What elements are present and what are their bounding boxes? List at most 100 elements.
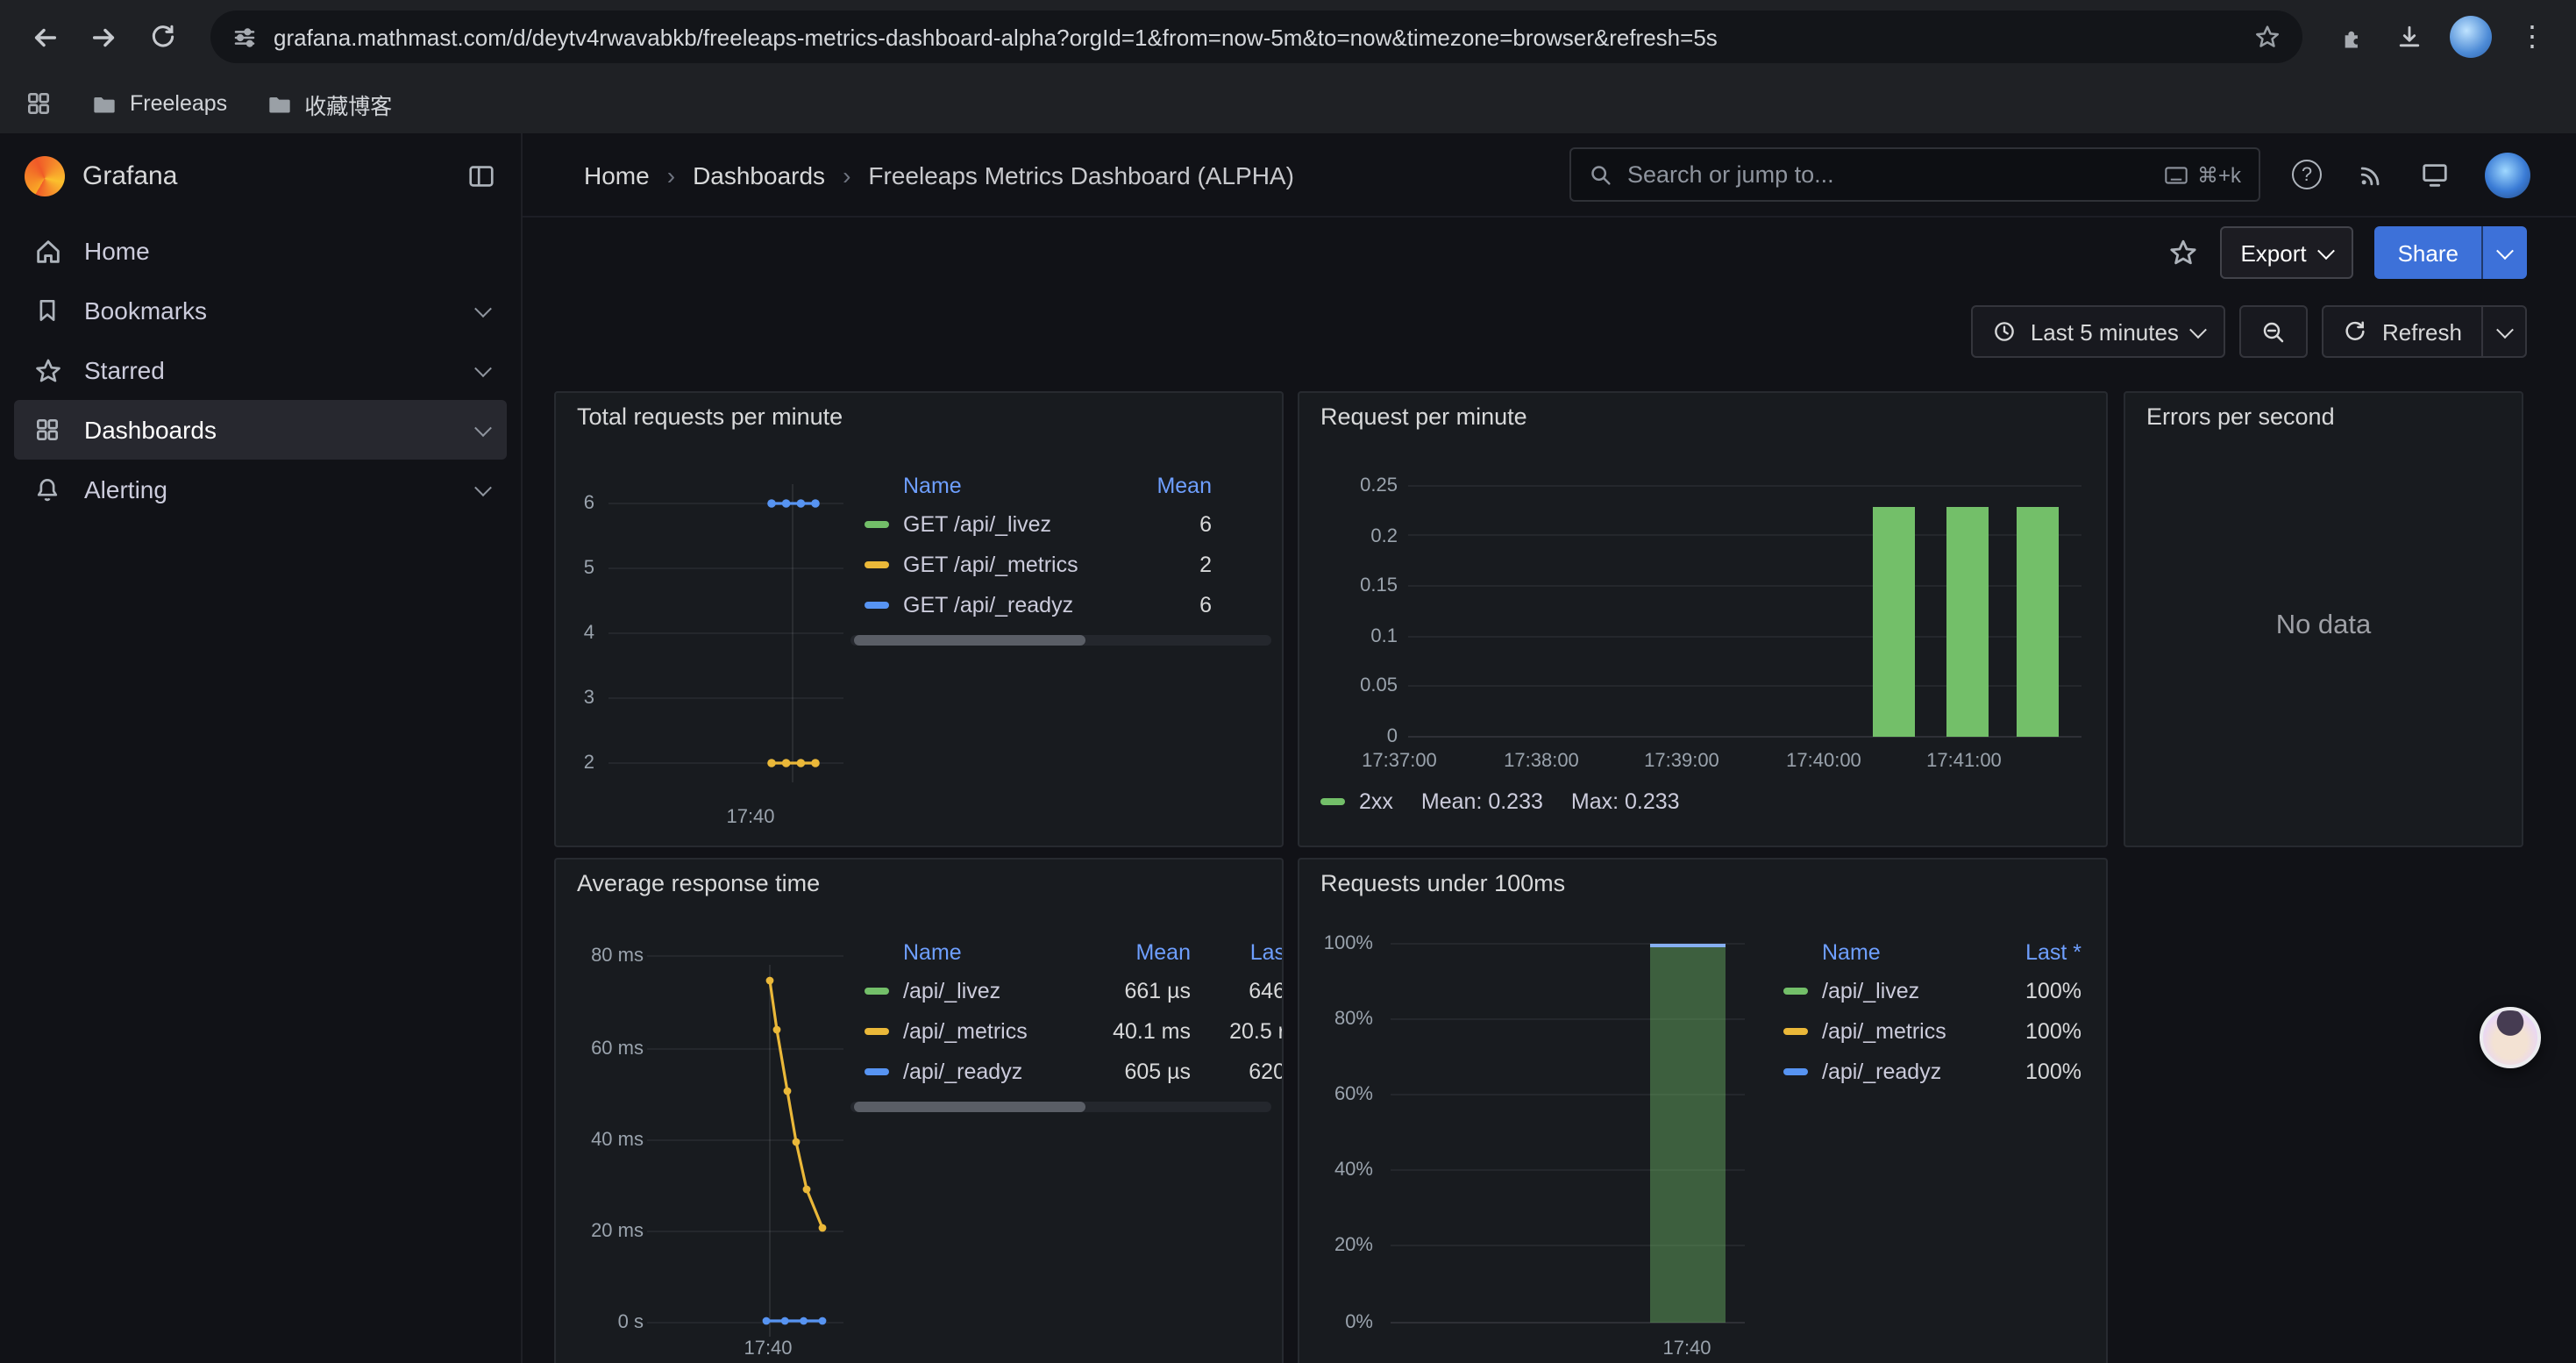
sidebar-item-starred[interactable]: Starred (14, 340, 507, 400)
downloads-icon[interactable] (2383, 11, 2436, 63)
sidebar-item-bookmarks[interactable]: Bookmarks (14, 281, 507, 340)
legend-header-name[interactable]: Name (1822, 940, 2001, 965)
series-name[interactable]: /api/_metrics (903, 1018, 1092, 1043)
back-icon[interactable] (18, 11, 70, 63)
series-name[interactable]: /api/_livez (903, 978, 1092, 1003)
panel-title[interactable]: Total requests per minute (577, 403, 843, 430)
grafana-logo[interactable] (25, 155, 65, 196)
scrollbar-thumb[interactable] (854, 635, 1085, 646)
legend-header-name[interactable]: Name (903, 474, 1142, 498)
forward-icon[interactable] (77, 11, 130, 63)
panel-avg-response-time[interactable]: Average response time (554, 858, 1284, 1363)
refresh-interval-caret[interactable] (2481, 307, 2525, 356)
panel-title[interactable]: Average response time (577, 870, 820, 896)
legend-row[interactable]: /api/_metrics 100% (1769, 1010, 2081, 1051)
series-color-dash (1320, 798, 1345, 805)
browser-toolbar: grafana.mathmast.com/d/deytv4rwavabkb/fr… (0, 0, 2576, 74)
y-tick: 0.1 (1327, 624, 1398, 649)
series-name[interactable]: GET /api/_readyz (903, 592, 1142, 617)
series-name[interactable]: /api/_readyz (903, 1059, 1092, 1083)
legend-series[interactable]: 2xx (1320, 789, 1393, 814)
series-name[interactable]: GET /api/_metrics (903, 552, 1142, 576)
zoom-out-button[interactable] (2240, 305, 2309, 358)
legend-row[interactable]: /api/_readyz 605 µs 620 (850, 1051, 1284, 1091)
legend-header-mean[interactable]: Mean (1092, 940, 1191, 965)
reload-icon[interactable] (137, 11, 189, 63)
url-bar[interactable]: grafana.mathmast.com/d/deytv4rwavabkb/fr… (210, 11, 2302, 63)
breadcrumb-home[interactable]: Home (584, 161, 650, 189)
y-tick: 40 ms (566, 1128, 644, 1152)
bookmark-star-icon[interactable] (2253, 23, 2281, 51)
series-name[interactable]: /api/_readyz (1822, 1059, 2001, 1083)
chevron-down-icon[interactable] (474, 299, 492, 317)
extensions-icon[interactable] (2323, 11, 2376, 63)
export-button[interactable]: Export (2219, 226, 2353, 279)
panel-title[interactable]: Errors per second (2146, 403, 2335, 430)
series-mean: Mean: 0.233 (1421, 789, 1543, 814)
legend-row[interactable]: /api/_livez 100% (1769, 970, 2081, 1010)
share-button-label[interactable]: Share (2375, 226, 2481, 279)
search-input[interactable]: Search or jump to... ⌘+k (1569, 147, 2260, 202)
help-icon[interactable]: ? (2292, 160, 2322, 189)
site-settings-icon[interactable] (231, 24, 258, 50)
folder-icon (266, 90, 292, 117)
monitor-icon[interactable] (2420, 160, 2450, 189)
breadcrumb-separator: › (843, 161, 850, 189)
series-name[interactable]: /api/_metrics (1822, 1018, 2001, 1043)
scrollbar-thumb[interactable] (854, 1102, 1085, 1112)
chevron-down-icon[interactable] (474, 478, 492, 496)
panel-requests-under-100ms[interactable]: Requests under 100ms 100% 80% 60% (1298, 858, 2108, 1363)
series-name[interactable]: 2xx (1359, 789, 1393, 814)
x-tick: 17:39:00 (1629, 749, 1734, 774)
legend-header-last[interactable]: Last * (2001, 940, 2081, 965)
favorite-star-icon[interactable] (2167, 237, 2198, 268)
legend-row[interactable]: GET /api/_metrics 2 (850, 544, 1268, 584)
panel-title[interactable]: Request per minute (1320, 403, 1527, 430)
breadcrumb-dashboards[interactable]: Dashboards (693, 161, 825, 189)
user-avatar[interactable] (2485, 152, 2530, 197)
news-rss-icon[interactable] (2357, 161, 2385, 189)
legend-row[interactable]: GET /api/_readyz 6 (850, 584, 1268, 624)
y-tick: 3 (556, 686, 594, 710)
chevron-down-icon[interactable] (474, 418, 492, 436)
legend-scrollbar[interactable] (850, 1102, 1271, 1112)
panel-total-requests[interactable]: Total requests per minute (554, 391, 1284, 847)
url-text[interactable]: grafana.mathmast.com/d/deytv4rwavabkb/fr… (274, 24, 2238, 50)
panel-title[interactable]: Requests under 100ms (1320, 870, 1565, 896)
time-range-picker[interactable]: Last 5 minutes (1971, 305, 2226, 358)
bookmark-folder-blog[interactable]: 收藏博客 (266, 87, 392, 120)
x-tick: 17:38:00 (1489, 749, 1594, 774)
browser-menu-icon[interactable]: ⋮ (2506, 11, 2558, 63)
floating-avatar-overlay[interactable] (2480, 1007, 2541, 1068)
bookmark-folder-freeleaps[interactable]: Freeleaps (91, 90, 227, 117)
browser-profile-avatar[interactable] (2450, 16, 2492, 58)
legend-scrollbar[interactable] (850, 635, 1271, 646)
legend-header-name[interactable]: Name (903, 940, 1092, 965)
sidebar-item-label: Alerting (84, 475, 167, 503)
apps-grid-icon[interactable] (25, 89, 53, 118)
y-tick: 0% (1310, 1310, 1373, 1335)
dock-sidebar-icon[interactable] (466, 161, 496, 190)
legend-header-last[interactable]: Las (1205, 940, 1284, 965)
legend-header-mean[interactable]: Mean (1142, 474, 1212, 498)
chevron-down-icon[interactable] (474, 359, 492, 376)
panel-errors-per-second[interactable]: Errors per second No data (2124, 391, 2523, 847)
legend-row[interactable]: /api/_livez 661 µs 646 (850, 970, 1284, 1010)
legend-row[interactable]: GET /api/_livez 6 (850, 503, 1268, 544)
series-name[interactable]: /api/_livez (1822, 978, 2001, 1003)
series-name[interactable]: GET /api/_livez (903, 511, 1142, 536)
sidebar-item-home[interactable]: Home (14, 221, 507, 281)
panel-request-per-minute[interactable]: Request per minute 0.25 0.2 (1298, 391, 2108, 847)
sidebar-item-alerting[interactable]: Alerting (14, 460, 507, 519)
sidebar-item-dashboards[interactable]: Dashboards (14, 400, 507, 460)
share-menu-caret[interactable] (2481, 226, 2527, 279)
refresh-button[interactable]: Refresh (2324, 307, 2481, 356)
sidebar-item-label: Bookmarks (84, 296, 207, 325)
y-tick: 0.2 (1327, 525, 1398, 549)
legend-row[interactable]: /api/_readyz 100% (1769, 1051, 2081, 1091)
refresh-button-group: Refresh (2323, 305, 2527, 358)
grafana-app: Grafana Home Bookmarks (0, 133, 2576, 1363)
legend-row[interactable]: /api/_metrics 40.1 ms 20.5 r (850, 1010, 1284, 1051)
x-tick: 17:40 (1641, 1337, 1733, 1361)
share-button[interactable]: Share (2375, 226, 2527, 279)
